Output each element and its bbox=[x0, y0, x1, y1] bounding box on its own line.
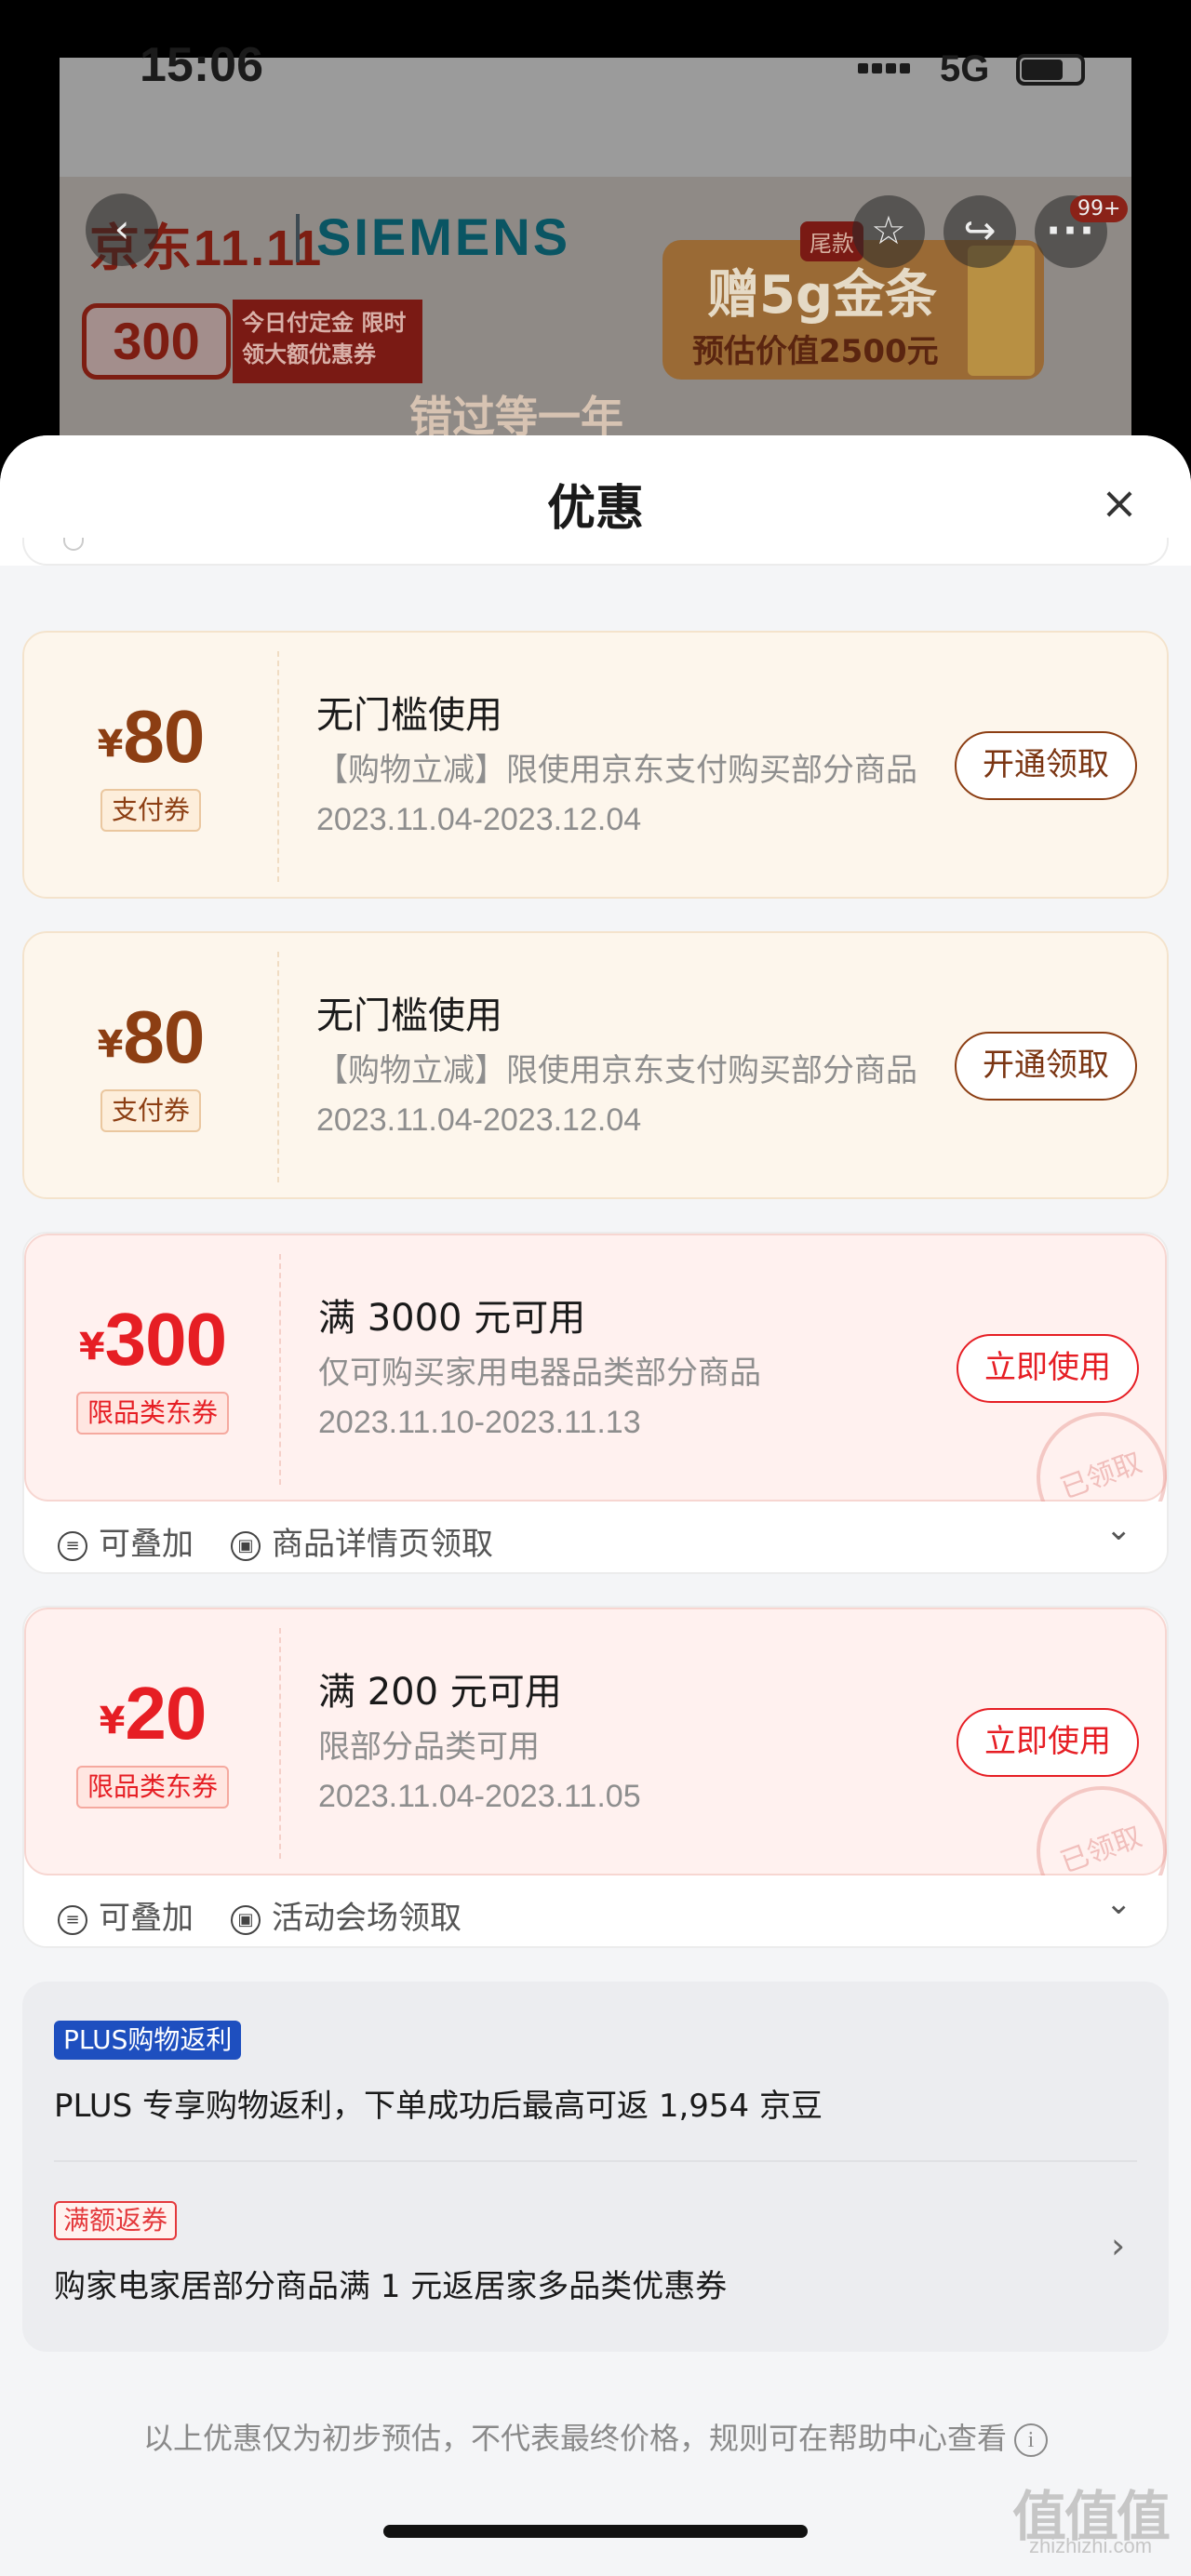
signal-icon bbox=[858, 60, 914, 77]
coupon-description: 仅可购买家用电器品类部分商品 bbox=[318, 1355, 761, 1392]
coupon-type-tag: 支付券 bbox=[100, 1089, 202, 1132]
plus-rebate-text: PLUS 专享购物返利，下单成功后最高可返 1,954 京豆 bbox=[54, 2088, 823, 2125]
coupon-type-tag: 支付券 bbox=[100, 789, 202, 832]
deposit-amount: 300 bbox=[82, 303, 231, 380]
watermark-url: zhizhizhi.com bbox=[1029, 2534, 1153, 2557]
ticket-icon: ▣ bbox=[231, 1905, 261, 1935]
coupon-validity: 2023.11.10-2023.11.13 bbox=[318, 1405, 641, 1440]
plus-rebate-tag: PLUS购物返利 bbox=[54, 2021, 242, 2060]
chevron-left-icon: ‹ bbox=[114, 206, 130, 251]
divider bbox=[54, 2160, 1137, 2162]
siemens-logo: SIEMENS bbox=[316, 207, 571, 266]
background-page: 15:06 5G 京东11.11 SIEMENS 300 今日付定金 限时领大额… bbox=[0, 0, 1191, 456]
coupon-footer[interactable]: ≡ 可叠加 ▣ 活动会场领取 ⌄ bbox=[24, 1875, 1167, 1946]
close-button[interactable]: × bbox=[1094, 478, 1144, 528]
info-icon[interactable]: i bbox=[1014, 2423, 1048, 2457]
coupon-card: ¥20 限品类东券 满 200 元可用 限部分品类可用 2023.11.04-2… bbox=[22, 1606, 1169, 1948]
coupon-validity: 2023.11.04-2023.11.05 bbox=[318, 1779, 641, 1814]
coupon-description: 限部分品类可用 bbox=[318, 1728, 540, 1766]
network-type: 5G bbox=[940, 48, 990, 89]
stack-icon: ≡ bbox=[58, 1531, 87, 1561]
coupon-description: 【购物立减】限使用京东支付购买部分商品 bbox=[316, 752, 917, 789]
coupon-description: 【购物立减】限使用京东支付购买部分商品 bbox=[316, 1052, 917, 1089]
coupon-title: 满 200 元可用 bbox=[318, 1671, 562, 1714]
activate-claim-button[interactable]: 开通领取 bbox=[955, 731, 1137, 800]
coupon-footer[interactable]: ≡ 可叠加 ▣ 商品详情页领取 ⌄ bbox=[24, 1502, 1167, 1572]
coupon-card: ¥80 支付券 无门槛使用 【购物立减】限使用京东支付购买部分商品 2023.1… bbox=[22, 931, 1169, 1199]
coupon-amount: ¥300 bbox=[78, 1298, 227, 1381]
coupon-validity: 2023.11.04-2023.12.04 bbox=[316, 802, 642, 837]
coupon-title: 无门槛使用 bbox=[316, 994, 502, 1037]
coupon-card: ¥80 支付券 无门槛使用 【购物立减】限使用京东支付购买部分商品 2023.1… bbox=[22, 631, 1169, 899]
dashed-divider bbox=[277, 651, 279, 882]
use-now-button[interactable]: 立即使用 bbox=[957, 1334, 1139, 1403]
status-time: 15:06 bbox=[140, 38, 263, 92]
coupon-source: ▣ 商品详情页领取 bbox=[231, 1518, 493, 1564]
stackable-info: ≡ 可叠加 bbox=[58, 1892, 194, 1938]
ticket-icon: ▣ bbox=[231, 1531, 261, 1561]
coupon-amount: ¥20 bbox=[99, 1672, 207, 1755]
full-return-text[interactable]: 购家电家居部分商品满 1 元返居家多品类优惠券 bbox=[54, 2261, 727, 2306]
gold-promo-subtitle: 预估价值2500元 bbox=[692, 333, 939, 370]
notification-badge: 99+ bbox=[1070, 195, 1129, 222]
dashed-divider bbox=[277, 952, 279, 1182]
previous-coupon-edge bbox=[22, 538, 1169, 566]
logo-separator bbox=[296, 214, 300, 262]
close-icon: × bbox=[1100, 477, 1139, 529]
share-button[interactable]: ↪ bbox=[943, 195, 1016, 268]
home-indicator[interactable] bbox=[383, 2525, 808, 2538]
coupon-type-tag: 限品类东券 bbox=[75, 1392, 230, 1435]
coupon-type-tag: 限品类东券 bbox=[75, 1766, 230, 1809]
coupon-card: ¥300 限品类东券 满 3000 元可用 仅可购买家用电器品类部分商品 202… bbox=[22, 1232, 1169, 1574]
disclaimer: 以上优惠仅为初步预估，不代表最终价格，规则可在帮助中心查看 i bbox=[0, 2415, 1191, 2458]
coupon-source: ▣ 活动会场领取 bbox=[231, 1892, 462, 1938]
dashed-divider bbox=[279, 1254, 281, 1485]
discount-sheet: 优惠 × ¥80 支付券 无门槛使用 【购物立减】限使用京东支付购买部分商品 2… bbox=[0, 435, 1191, 2576]
share-icon: ↪ bbox=[963, 207, 997, 253]
stack-icon: ≡ bbox=[58, 1905, 87, 1935]
sheet-title: 优惠 bbox=[546, 481, 644, 537]
dashed-divider bbox=[279, 1628, 281, 1859]
star-icon: ☆ bbox=[871, 207, 906, 253]
icon-partial bbox=[63, 538, 84, 551]
chevron-down-icon[interactable]: ⌄ bbox=[1105, 1885, 1132, 1922]
favorite-button[interactable]: ☆ bbox=[852, 195, 925, 268]
battery-icon bbox=[1016, 54, 1085, 86]
deposit-text: 今日付定金 限时领大额优惠券 bbox=[233, 300, 422, 383]
back-button[interactable]: ‹ bbox=[86, 194, 158, 266]
stackable-info: ≡ 可叠加 bbox=[58, 1518, 194, 1564]
rebate-panel: PLUS购物返利 PLUS 专享购物返利，下单成功后最高可返 1,954 京豆 … bbox=[22, 1982, 1169, 2352]
coupon-title: 满 3000 元可用 bbox=[318, 1297, 586, 1340]
coupon-title: 无门槛使用 bbox=[316, 694, 502, 737]
use-now-button[interactable]: 立即使用 bbox=[957, 1708, 1139, 1777]
full-return-tag: 满额返券 bbox=[54, 2201, 178, 2240]
activate-claim-button[interactable]: 开通领取 bbox=[955, 1032, 1137, 1101]
coupon-validity: 2023.11.04-2023.12.04 bbox=[316, 1102, 642, 1138]
chevron-right-icon[interactable]: › bbox=[1111, 2225, 1125, 2266]
coupon-amount: ¥80 bbox=[97, 695, 206, 778]
chevron-down-icon[interactable]: ⌄ bbox=[1105, 1511, 1132, 1548]
coupon-amount: ¥80 bbox=[97, 995, 206, 1078]
